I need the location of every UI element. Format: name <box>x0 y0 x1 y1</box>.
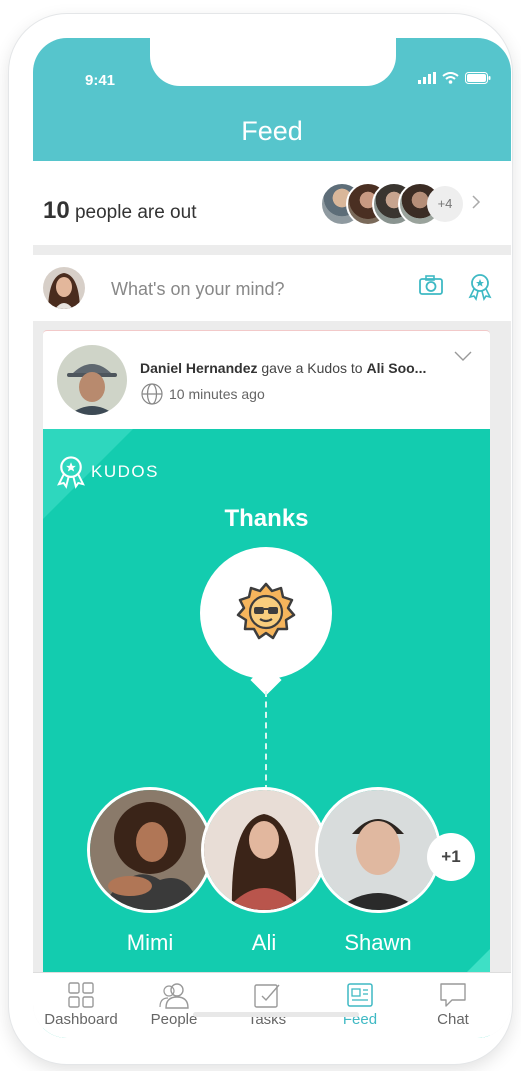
app-header: 9:41 Feed <box>33 38 511 161</box>
device-notch <box>150 38 396 86</box>
tab-feed[interactable]: Feed <box>312 979 408 1028</box>
page-title: Feed <box>241 116 303 146</box>
wifi-icon <box>442 72 459 84</box>
battery-icon <box>465 72 491 84</box>
camera-icon[interactable] <box>419 275 443 295</box>
post-recipient[interactable]: Ali Soo... <box>366 360 426 376</box>
kudos-award-icon[interactable] <box>467 273 493 301</box>
post-author[interactable]: Daniel Hernandez <box>140 360 257 376</box>
people-icon <box>159 983 189 1009</box>
tasks-icon <box>254 984 280 1008</box>
tab-tasks[interactable]: Tasks <box>219 979 315 1028</box>
people-out-row[interactable]: 10 people are out +4 <box>33 161 511 245</box>
chevron-down-icon[interactable] <box>454 351 472 361</box>
kudos-ribbon-icon <box>57 456 85 489</box>
my-avatar[interactable] <box>43 267 85 309</box>
people-out-count: 10 <box>43 197 70 224</box>
post-time: 10 minutes ago <box>169 386 265 402</box>
post-meta: 10 minutes ago <box>141 383 265 405</box>
extra-recipients-badge[interactable]: +1 <box>427 833 475 881</box>
status-icons <box>418 72 491 84</box>
people-out-label: people are out <box>74 202 197 223</box>
status-input[interactable]: What's on your mind? <box>111 279 285 300</box>
kudos-label-text: KUDOS <box>91 462 159 481</box>
chevron-right-icon[interactable] <box>471 194 481 210</box>
tab-label: Chat <box>437 1011 469 1028</box>
more-people-badge: +4 <box>427 186 463 222</box>
recipient-avatar-shawn[interactable] <box>315 787 441 913</box>
tab-dashboard[interactable]: Dashboard <box>33 979 129 1028</box>
home-indicator <box>193 1012 359 1017</box>
kudos-post-card[interactable]: Daniel Hernandez gave a Kudos to Ali Soo… <box>43 330 490 1038</box>
recipient-avatar-ali[interactable] <box>201 787 327 913</box>
chat-icon <box>440 983 466 1007</box>
tab-chat[interactable]: Chat <box>405 979 501 1028</box>
kudos-title: Thanks <box>224 505 309 532</box>
tab-label: Dashboard <box>44 1011 118 1028</box>
tab-people[interactable]: People <box>126 979 222 1028</box>
phone-frame: 9:41 Feed 10 people are out +4 What's on… <box>9 14 512 1064</box>
kudos-panel: KUDOS Thanks +1 Mimi Ali Shawn <box>43 429 490 1038</box>
post-headline: Daniel Hernandez gave a Kudos to Ali Soo… <box>140 360 464 376</box>
signal-icon <box>418 72 436 84</box>
recipient-name: Shawn <box>344 930 412 955</box>
divider <box>33 245 511 255</box>
grid-icon <box>68 982 94 1008</box>
globe-icon <box>141 383 163 405</box>
status-time: 9:41 <box>85 72 116 89</box>
bottom-tab-bar: Dashboard People Tasks Feed Chat <box>33 972 511 1038</box>
recipient-name: Mimi <box>126 930 174 955</box>
feed-icon <box>347 983 373 1007</box>
sun-sunglasses-icon <box>236 582 296 640</box>
recipient-avatar-mimi[interactable] <box>87 787 213 913</box>
app-screen: 9:41 Feed 10 people are out +4 What's on… <box>33 38 511 1038</box>
connector-line <box>265 691 267 791</box>
compose-bar[interactable]: What's on your mind? <box>33 255 511 321</box>
kudos-label: KUDOS <box>55 455 159 489</box>
post-action: gave a Kudos to <box>261 360 363 376</box>
author-avatar[interactable] <box>57 345 127 415</box>
people-out-text: 10 people are out <box>43 197 196 225</box>
recipient-name: Ali <box>251 930 277 955</box>
